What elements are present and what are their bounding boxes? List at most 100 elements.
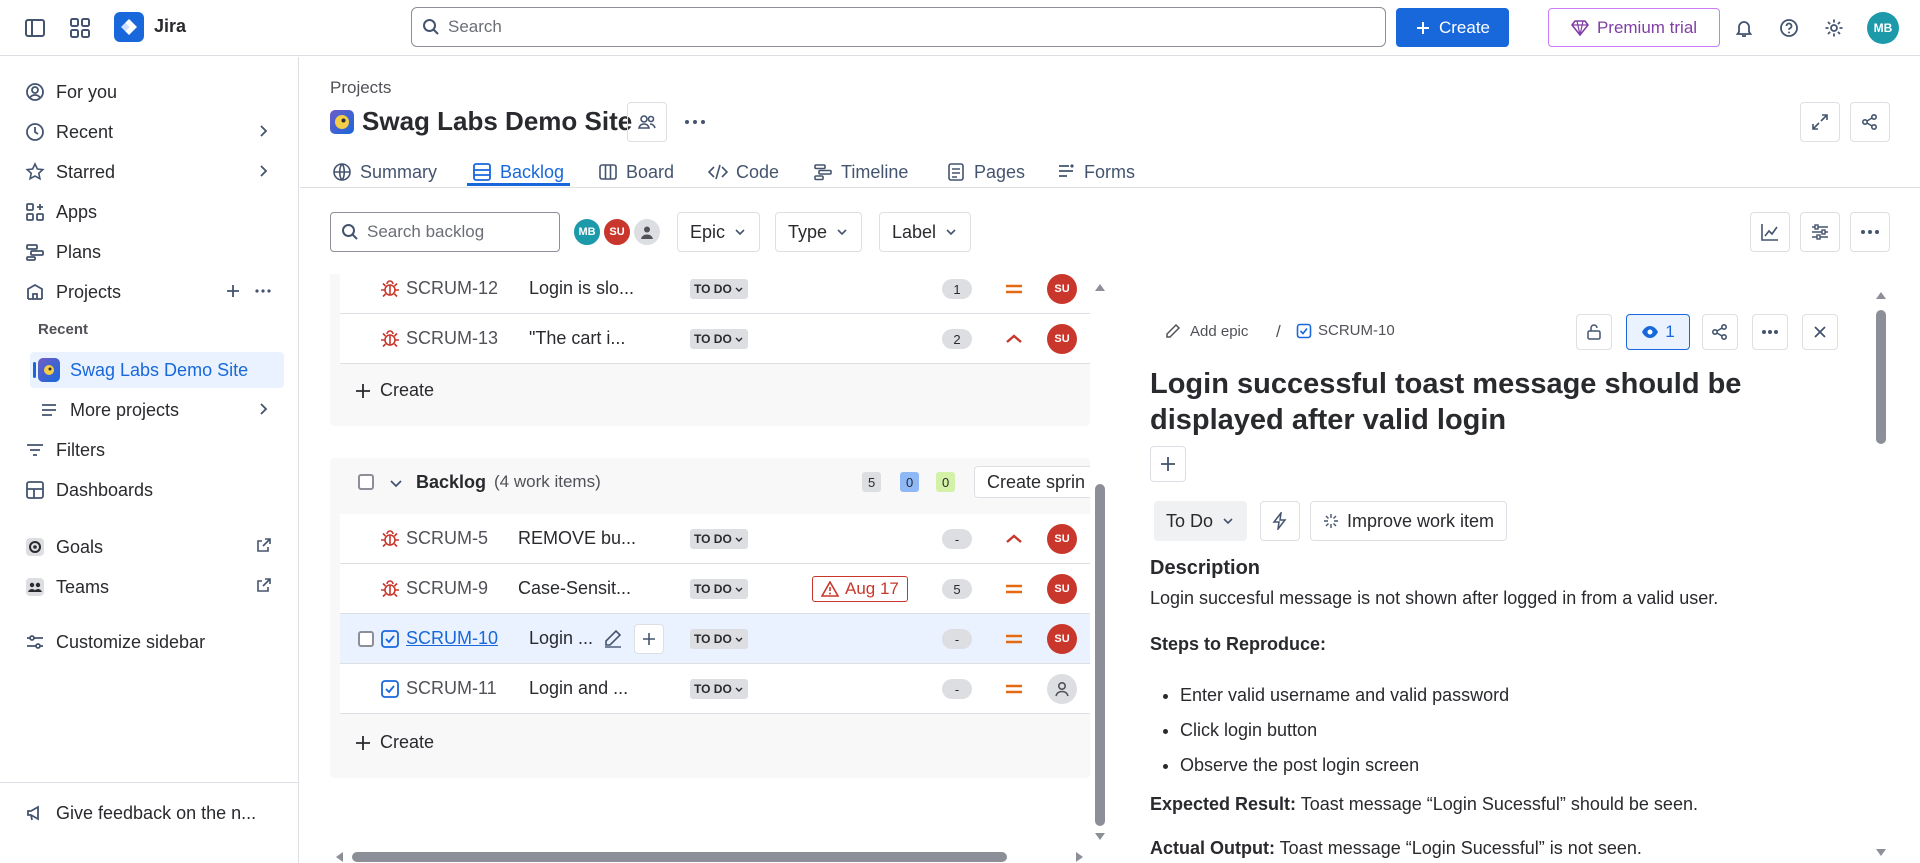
team-people-icon[interactable] bbox=[627, 102, 667, 142]
user-avatar[interactable]: MB bbox=[1867, 12, 1899, 44]
avatar-filter-unassigned[interactable] bbox=[632, 217, 662, 247]
create-button[interactable]: Create bbox=[1396, 8, 1509, 47]
estimate-badge[interactable]: 1 bbox=[942, 279, 972, 299]
estimate-badge[interactable]: 5 bbox=[942, 579, 972, 599]
scroll-down-arrow-icon[interactable] bbox=[1094, 832, 1106, 842]
backlog-vertical-scrollbar[interactable] bbox=[1095, 484, 1105, 826]
tab-timeline[interactable]: Timeline bbox=[813, 155, 908, 189]
estimate-badge[interactable]: - bbox=[942, 629, 972, 649]
issue-summary[interactable]: Login ... bbox=[529, 628, 593, 649]
issue-key[interactable]: SCRUM-11 bbox=[406, 678, 497, 699]
add-epic-button[interactable]: Add epic bbox=[1164, 322, 1248, 340]
more-options-icon[interactable] bbox=[675, 102, 715, 142]
unassigned-avatar-icon[interactable] bbox=[1047, 674, 1077, 704]
help-icon[interactable] bbox=[1775, 14, 1803, 42]
close-icon[interactable] bbox=[1802, 314, 1838, 350]
add-content-plus-icon[interactable] bbox=[1150, 446, 1186, 482]
assignee-avatar[interactable]: SU bbox=[1047, 524, 1077, 554]
sidebar-item-for-you[interactable]: For you bbox=[16, 74, 284, 110]
table-row[interactable]: SCRUM-11 Login and ... TO DO - bbox=[340, 664, 1090, 714]
sidebar-item-filters[interactable]: Filters bbox=[16, 432, 284, 468]
insights-chart-icon[interactable] bbox=[1750, 212, 1790, 252]
select-all-checkbox[interactable] bbox=[358, 474, 374, 490]
due-date-badge[interactable]: Aug 17 bbox=[812, 576, 908, 602]
status-dropdown[interactable]: TO DO bbox=[690, 329, 748, 349]
issue-summary[interactable]: "The cart i... bbox=[529, 328, 625, 349]
app-name[interactable]: Jira bbox=[154, 16, 186, 37]
tab-pages[interactable]: Pages bbox=[946, 155, 1025, 189]
status-dropdown[interactable]: TO DO bbox=[690, 529, 748, 549]
premium-trial-button[interactable]: Premium trial bbox=[1548, 8, 1720, 47]
status-dropdown[interactable]: To Do bbox=[1154, 501, 1248, 541]
chevron-right-icon[interactable] bbox=[254, 122, 272, 140]
sidebar-item-customize[interactable]: Customize sidebar bbox=[16, 624, 284, 660]
notifications-bell-icon[interactable] bbox=[1730, 14, 1758, 42]
more-options-icon[interactable] bbox=[1850, 212, 1890, 252]
more-options-icon[interactable] bbox=[254, 282, 272, 300]
status-dropdown[interactable]: TO DO bbox=[690, 679, 748, 699]
create-issue-button[interactable]: Create bbox=[354, 380, 434, 401]
epic-filter-dropdown[interactable]: Epic bbox=[677, 212, 761, 252]
scroll-right-arrow-icon[interactable] bbox=[1075, 851, 1085, 863]
issue-summary[interactable]: Case-Sensit... bbox=[518, 578, 631, 599]
sidebar-item-plans[interactable]: Plans bbox=[16, 234, 284, 270]
scroll-down-arrow-icon[interactable] bbox=[1875, 848, 1887, 858]
assignee-avatar[interactable]: SU bbox=[1047, 624, 1077, 654]
estimate-badge[interactable]: - bbox=[942, 679, 972, 699]
expand-icon[interactable] bbox=[1800, 102, 1840, 142]
edit-pencil-icon[interactable] bbox=[602, 627, 624, 649]
sidebar-item-starred[interactable]: Starred bbox=[16, 154, 284, 190]
issue-key[interactable]: SCRUM-13 bbox=[406, 328, 498, 349]
sidebar-item-more-projects[interactable]: More projects bbox=[30, 392, 284, 428]
issue-summary[interactable]: REMOVE bu... bbox=[518, 528, 636, 549]
backlog-search-input[interactable]: Search backlog bbox=[330, 212, 560, 252]
sidebar-item-projects[interactable]: Projects bbox=[16, 274, 284, 310]
scroll-up-arrow-icon[interactable] bbox=[1094, 282, 1106, 292]
give-feedback-button[interactable]: Give feedback on the n... bbox=[16, 795, 284, 831]
avatar-filter-mb[interactable]: MB bbox=[572, 217, 602, 247]
issue-key[interactable]: SCRUM-9 bbox=[406, 578, 488, 599]
sidebar-item-apps[interactable]: Apps bbox=[16, 194, 284, 230]
assignee-avatar[interactable]: SU bbox=[1047, 324, 1077, 354]
table-row[interactable]: SCRUM-5 REMOVE bu... TO DO - SU bbox=[340, 514, 1090, 564]
create-issue-button[interactable]: Create bbox=[354, 732, 434, 753]
issue-key[interactable]: SCRUM-12 bbox=[406, 278, 498, 299]
tab-code[interactable]: Code bbox=[708, 155, 779, 189]
jira-logo-icon[interactable] bbox=[114, 12, 144, 42]
avatar-filter-su[interactable]: SU bbox=[602, 217, 632, 247]
share-icon[interactable] bbox=[1850, 102, 1890, 142]
table-row[interactable]: SCRUM-12 Login is slo... TO DO 1 SU bbox=[340, 274, 1090, 314]
tab-board[interactable]: Board bbox=[598, 155, 674, 189]
table-row[interactable]: SCRUM-13 "The cart i... TO DO 2 SU bbox=[340, 314, 1090, 364]
issue-key[interactable]: SCRUM-10 bbox=[406, 628, 498, 649]
sidebar-item-recent[interactable]: Recent bbox=[16, 114, 284, 150]
status-dropdown[interactable]: TO DO bbox=[690, 279, 748, 299]
sidebar-item-teams[interactable]: Teams bbox=[16, 569, 284, 605]
breadcrumb-projects[interactable]: Projects bbox=[330, 78, 391, 98]
chevron-right-icon[interactable] bbox=[254, 400, 272, 418]
scroll-up-arrow-icon[interactable] bbox=[1875, 290, 1887, 300]
issue-key-breadcrumb[interactable]: SCRUM-10 bbox=[1296, 322, 1395, 339]
table-row-selected[interactable]: SCRUM-10 Login ... TO DO - SU bbox=[340, 614, 1090, 664]
add-child-plus-icon[interactable] bbox=[634, 624, 664, 654]
create-sprint-button[interactable]: Create sprin bbox=[974, 466, 1090, 498]
detail-vertical-scrollbar[interactable] bbox=[1876, 310, 1886, 444]
status-dropdown[interactable]: TO DO bbox=[690, 629, 748, 649]
backlog-horizontal-scrollbar[interactable] bbox=[352, 852, 1007, 862]
chevron-right-icon[interactable] bbox=[254, 162, 272, 180]
chevron-down-icon[interactable] bbox=[388, 475, 404, 491]
description-text[interactable]: Login succesful message is not shown aft… bbox=[1150, 588, 1718, 609]
issue-summary[interactable]: Login and ... bbox=[529, 678, 628, 699]
tab-summary[interactable]: Summary bbox=[332, 155, 437, 189]
sidebar-project-swag-labs[interactable]: Swag Labs Demo Site bbox=[30, 352, 284, 388]
watchers-button[interactable]: 1 bbox=[1626, 314, 1690, 350]
assignee-avatar[interactable]: SU bbox=[1047, 574, 1077, 604]
estimate-badge[interactable]: - bbox=[942, 529, 972, 549]
global-search-input[interactable]: Search bbox=[411, 7, 1386, 47]
sidebar-toggle-icon[interactable] bbox=[21, 14, 49, 42]
row-checkbox[interactable] bbox=[358, 631, 374, 647]
assignee-avatar[interactable]: SU bbox=[1047, 274, 1077, 304]
scroll-left-arrow-icon[interactable] bbox=[334, 851, 344, 863]
lightning-automation-icon[interactable] bbox=[1260, 501, 1300, 541]
estimate-badge[interactable]: 2 bbox=[942, 329, 972, 349]
